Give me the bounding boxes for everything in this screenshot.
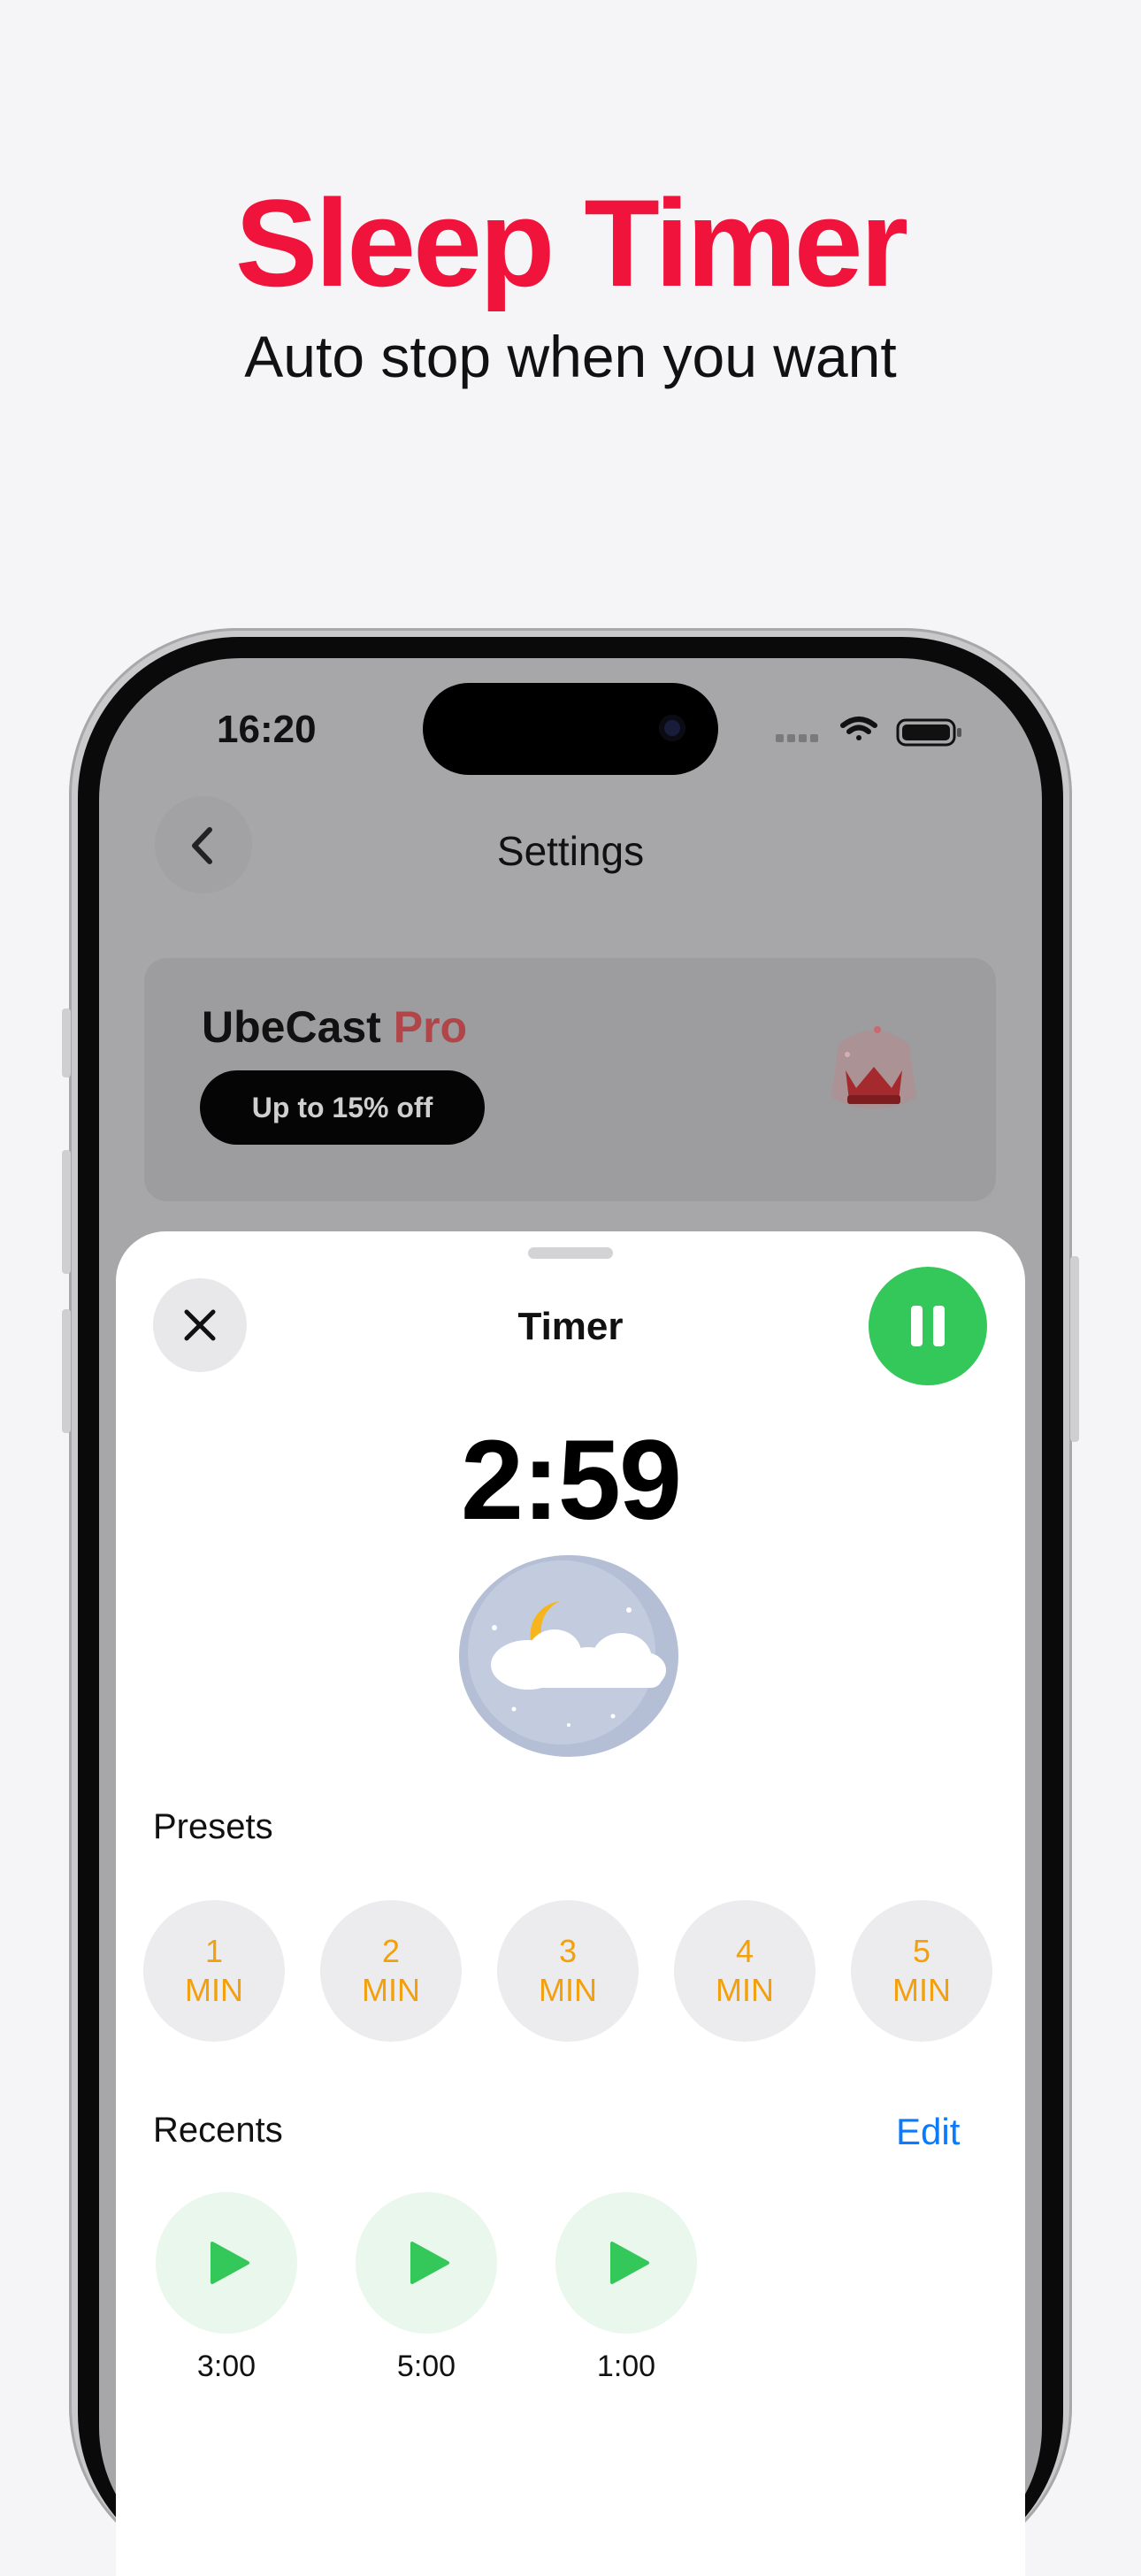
recent-play-button[interactable] (156, 2192, 297, 2334)
sheet-grabber[interactable] (528, 1247, 613, 1259)
volume-up-button (62, 1150, 71, 1274)
promo-headline: Sleep Timer (234, 173, 908, 312)
status-time: 16:20 (217, 708, 317, 751)
nav-title: Settings (496, 828, 645, 874)
recent-duration-label: 3:00 (196, 2350, 257, 2383)
mute-switch (62, 1008, 71, 1077)
crown-icon (831, 1026, 916, 1109)
pause-icon (911, 1306, 945, 1346)
recents-label: Recents (153, 2111, 283, 2150)
preset-number: 1 (204, 1933, 224, 1969)
moon-cloud-illustration (459, 1555, 678, 1757)
preset-button[interactable]: 1 MIN (143, 1900, 285, 2042)
play-icon (410, 2242, 449, 2284)
preset-unit: MIN (185, 1972, 243, 2008)
preset-number: 3 (558, 1933, 578, 1969)
preset-number: 5 (912, 1933, 931, 1969)
signal-icon (776, 734, 818, 742)
status-icons (776, 717, 961, 747)
pro-title: UbeCast Pro (202, 1001, 467, 1053)
recent-duration-label: 5:00 (396, 2350, 456, 2383)
edit-recents-button[interactable]: Edit (896, 2111, 960, 2153)
pro-title-accent: Pro (393, 1002, 468, 1052)
battery-icon (896, 718, 961, 747)
preset-unit: MIN (539, 1972, 597, 2008)
promo-subline: Auto stop when you want (244, 324, 897, 389)
recent-play-button[interactable] (356, 2192, 497, 2334)
recent-duration-label: 1:00 (596, 2350, 656, 2383)
preset-button[interactable]: 3 MIN (497, 1900, 639, 2042)
front-camera (659, 715, 685, 741)
preset-button[interactable]: 4 MIN (674, 1900, 816, 2042)
preset-unit: MIN (892, 1972, 951, 2008)
play-icon (610, 2242, 649, 2284)
preset-number: 4 (735, 1933, 754, 1969)
wifi-icon (840, 717, 877, 740)
preset-button[interactable]: 2 MIN (320, 1900, 462, 2042)
preset-button[interactable]: 5 MIN (851, 1900, 992, 2042)
countdown-display: 2:59 (460, 1417, 682, 1544)
recent-play-button[interactable] (555, 2192, 697, 2334)
presets-label: Presets (153, 1807, 273, 1846)
preset-number: 2 (381, 1933, 401, 1969)
pause-button[interactable] (869, 1267, 987, 1385)
pro-title-main: UbeCast (202, 1002, 381, 1052)
preset-unit: MIN (716, 1972, 774, 2008)
preset-unit: MIN (362, 1972, 420, 2008)
play-icon (211, 2242, 249, 2284)
power-button (1070, 1256, 1079, 1442)
discount-badge[interactable]: Up to 15% off (200, 1070, 485, 1145)
